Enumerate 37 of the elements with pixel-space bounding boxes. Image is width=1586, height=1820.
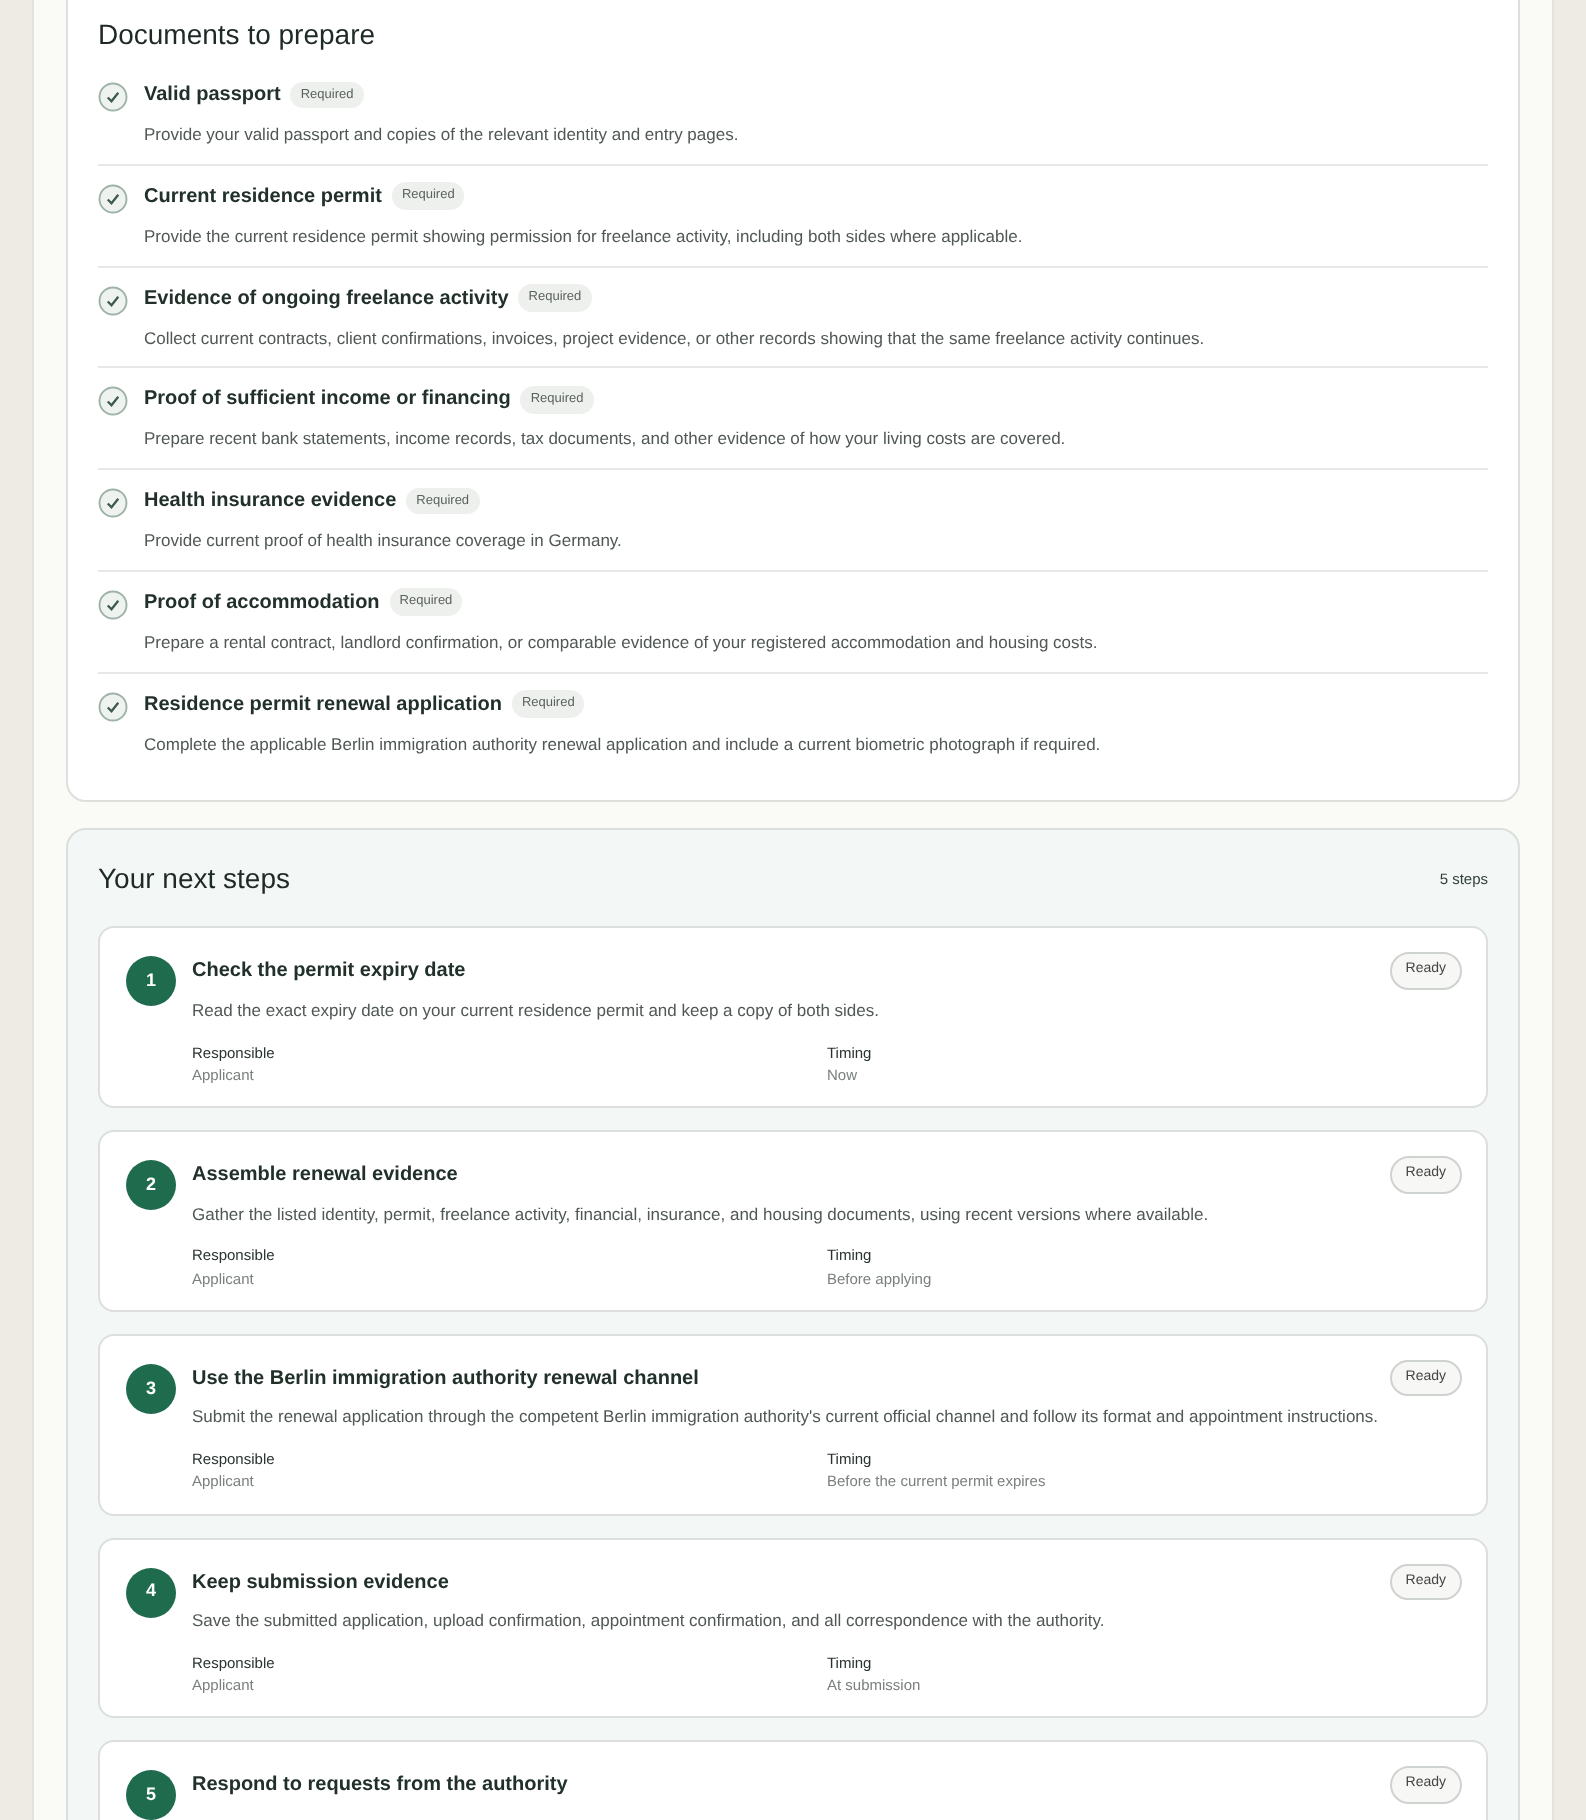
step-title: Respond to requests from the authority: [192, 1772, 568, 1801]
check-icon: [98, 82, 128, 112]
check-icon: [98, 589, 128, 620]
document-description: Provide your valid passport and copies of the relevant identity and entry pages.: [144, 122, 739, 148]
check-icon: [98, 691, 128, 721]
document-description: Provide the current residence permit showing permission for freelance activity, including both sides where applicable.: [144, 223, 1023, 249]
document-description: Collect current contracts, client confirmations, invoices, project evidence, or other records showing that the same freelance activity continues.: [144, 325, 1205, 351]
document-description: Provide current proof of health insurance coverage in Germany.: [144, 528, 622, 554]
document-description: Prepare recent bank statements, income records, tax documents, and other evidence of how your living costs are covered.: [144, 426, 1066, 452]
check-icon: [98, 488, 128, 518]
check-icon: [98, 285, 128, 315]
step-number: 4: [126, 1567, 176, 1617]
document-title: Proof of accommodation: [144, 589, 380, 618]
step-description: Submit the renewal application through the competent Berlin immigration authority's current official channel and follow its format and appointment instructions.: [192, 1404, 1381, 1430]
section-title: Documents to prepare: [98, 16, 378, 54]
section-title: Your next steps: [98, 860, 290, 899]
step-number: 2: [126, 1160, 176, 1210]
document-title: Current residence permit: [144, 183, 382, 212]
step-title: Check the permit expiry date: [192, 958, 466, 987]
step-title: Use the Berlin immigration authority renewal channel: [192, 1365, 699, 1394]
step-description: Save the submitted application, upload confirmation, appointment confirmation, and all correspondence with the authority.: [192, 1608, 1107, 1634]
step-number: 1: [126, 956, 176, 1007]
step-number: 3: [126, 1363, 176, 1414]
document-title: Health insurance evidence: [144, 488, 397, 516]
step-description: Gather the listed identity, permit, freelance activity, financial, insurance, and housing documents, using recent versions where available.: [192, 1201, 1211, 1227]
step-title: Assemble renewal evidence: [192, 1162, 458, 1190]
check-icon: [98, 386, 128, 417]
document-title: Residence permit renewal application: [144, 691, 502, 719]
document-title: Evidence of ongoing freelance activity: [144, 285, 509, 313]
step-title: Keep submission evidence: [192, 1569, 449, 1597]
document-description: Complete the applicable Berlin immigration authority renewal application and include a current biometric photograph if required.: [144, 731, 1101, 757]
document-title: Valid passport: [144, 82, 281, 110]
step-description: Read the exact expiry date on your current residence permit and keep a copy of both sides.: [192, 997, 882, 1023]
step-number: 5: [126, 1770, 176, 1820]
document-description: Prepare a rental contract, landlord confirmation, or comparable evidence of your registered accommodation and housing costs.: [144, 629, 1098, 655]
document-title: Proof of sufficient income or financing: [144, 386, 511, 415]
check-icon: [98, 183, 128, 214]
